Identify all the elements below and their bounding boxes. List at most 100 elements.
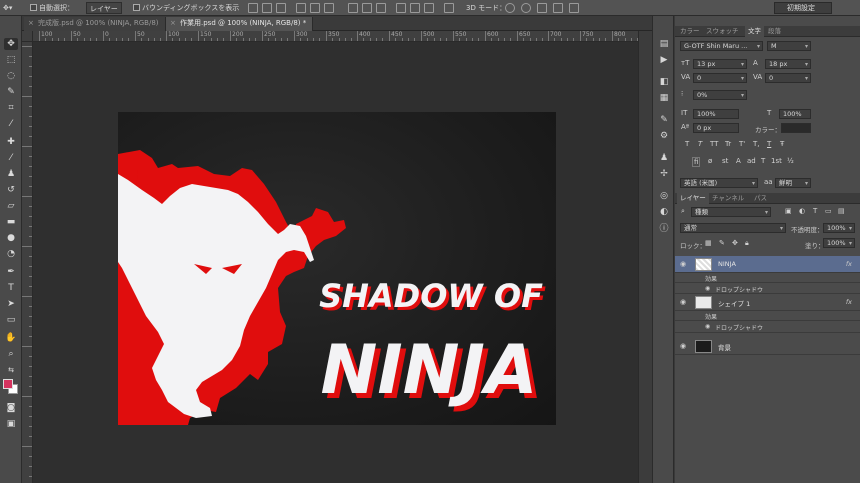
close-icon[interactable]: × — [28, 17, 34, 30]
vertical-scale-input[interactable]: 100% — [693, 109, 739, 119]
kerning-input[interactable]: 0 — [693, 73, 747, 83]
close-icon[interactable]: × — [170, 17, 176, 30]
path-select-tool-icon[interactable]: ➤ — [4, 298, 18, 310]
tab-paths[interactable]: パス — [751, 193, 770, 204]
brush-presets-icon[interactable]: ⚙ — [658, 130, 670, 141]
distribute-top-icon[interactable] — [348, 3, 358, 13]
bounding-box-checkbox[interactable]: バウンディングボックスを表示 — [133, 2, 239, 14]
history-brush-tool-icon[interactable]: ↺ — [4, 184, 18, 196]
3d-drag-icon[interactable] — [537, 3, 547, 13]
gradient-tool-icon[interactable]: ▬ — [4, 216, 18, 228]
fractions-button[interactable]: ½ — [787, 157, 794, 165]
fill-input[interactable]: 100% — [823, 238, 855, 248]
3d-roll-icon[interactable] — [521, 3, 531, 13]
antialias-select[interactable]: 鮮明 — [775, 178, 811, 188]
lock-position-icon[interactable]: ✥ — [732, 239, 738, 247]
faux-bold-button[interactable]: T — [685, 140, 689, 148]
filter-shape-icon[interactable]: ▭ — [825, 207, 832, 215]
3d-panel-icon[interactable]: ◎ — [658, 190, 670, 201]
filter-pixel-icon[interactable]: ▣ — [785, 207, 792, 215]
brush-tool-icon[interactable]: ⁄ — [4, 152, 18, 164]
align-right-icon[interactable] — [324, 3, 334, 13]
effect-item-row[interactable]: ◉ ドロップシャドウ — [675, 321, 860, 333]
old-style-button[interactable]: ø — [708, 157, 712, 165]
crop-tool-icon[interactable]: ⌗ — [4, 102, 18, 114]
layer-row-background[interactable]: ◉ 背景 — [675, 338, 860, 355]
distribute-bottom-icon[interactable] — [376, 3, 386, 13]
auto-select-dropdown[interactable]: レイヤー — [86, 2, 122, 14]
lock-all-icon[interactable]: 🔒︎ — [745, 239, 749, 248]
align-middle-icon[interactable] — [262, 3, 272, 13]
swap-colors-icon[interactable]: ⇆ — [4, 364, 18, 376]
tracking-input[interactable]: 0 — [765, 73, 811, 83]
layer-effects-icon[interactable]: fx — [846, 260, 852, 268]
tab-character[interactable]: 文字 — [745, 26, 764, 37]
font-family-select[interactable]: G-OTF Shin Maru ... — [680, 41, 763, 51]
tab-swatches[interactable]: スウォッチ — [703, 26, 742, 37]
align-left-icon[interactable] — [296, 3, 306, 13]
marquee-tool-icon[interactable]: ⬚ — [4, 54, 18, 66]
ordinals-button[interactable]: 1st — [771, 157, 782, 165]
layer-effects-icon[interactable]: fx — [846, 298, 852, 306]
layer-row-ninja[interactable]: ◉ NINJA fx — [675, 256, 860, 273]
filter-type-icon[interactable]: T — [813, 207, 817, 215]
filter-adjustment-icon[interactable]: ◐ — [799, 207, 805, 215]
3d-rotate-icon[interactable] — [505, 3, 515, 13]
discretionary-ligatures-button[interactable]: st — [722, 157, 728, 165]
distribute-left-icon[interactable] — [396, 3, 406, 13]
tab-color[interactable]: カラー — [677, 26, 703, 37]
dodge-tool-icon[interactable]: ◔ — [4, 248, 18, 260]
visibility-eye-icon[interactable]: ◉ — [680, 342, 686, 350]
clone-stamp-tool-icon[interactable]: ♟ — [4, 168, 18, 180]
move-tool-preset-icon[interactable]: ✥▾ — [3, 2, 12, 14]
clone-source-icon[interactable]: ♟ — [658, 152, 670, 163]
type-tool-icon[interactable]: T — [4, 282, 18, 294]
effect-item-row[interactable]: ◉ ドロップシャドウ — [675, 283, 860, 294]
actions-panel-icon[interactable]: ▶ — [658, 54, 670, 65]
subscript-button[interactable]: T, — [753, 140, 760, 148]
effect-visibility-eye-icon[interactable]: ◉ — [705, 323, 710, 330]
stylistic-alternates-button[interactable]: ad — [747, 157, 756, 165]
quick-select-tool-icon[interactable]: ✎ — [4, 86, 18, 98]
auto-select-checkbox[interactable]: 自動選択： — [30, 2, 74, 14]
align-bottom-icon[interactable] — [276, 3, 286, 13]
horizontal-scale-input[interactable]: 100% — [779, 109, 811, 119]
3d-slide-icon[interactable] — [553, 3, 563, 13]
all-caps-button[interactable]: TT — [710, 140, 718, 148]
eraser-tool-icon[interactable]: ▱ — [4, 200, 18, 212]
styles-panel-icon[interactable]: ▦ — [658, 92, 670, 103]
vertical-scrollbar[interactable] — [638, 31, 652, 483]
distribute-right-icon[interactable] — [424, 3, 434, 13]
workspace-preset-dropdown[interactable]: 初期設定 — [774, 2, 832, 14]
font-style-select[interactable]: M — [767, 41, 811, 51]
move-tool-icon[interactable]: ✥ — [4, 38, 18, 50]
lock-image-icon[interactable]: ✎ — [719, 239, 725, 247]
tab-document-working[interactable]: × 作業用.psd @ 100% (NINJA, RGB/8) * — [166, 17, 314, 31]
align-center-icon[interactable] — [310, 3, 320, 13]
baseline-shift-input[interactable]: 0 px — [693, 123, 739, 133]
distribute-center-icon[interactable] — [410, 3, 420, 13]
text-color-swatch[interactable] — [781, 123, 811, 133]
layer-row-shape-1[interactable]: ◉ シェイプ 1 fx — [675, 294, 860, 311]
language-select[interactable]: 英語 (米国) — [680, 178, 758, 188]
swash-button[interactable]: A — [736, 157, 741, 165]
effect-visibility-eye-icon[interactable]: ◉ — [705, 285, 710, 292]
strikethrough-button[interactable]: Ŧ — [780, 140, 784, 148]
faux-italic-button[interactable]: T — [698, 140, 702, 148]
shape-tool-icon[interactable]: ▭ — [4, 314, 18, 326]
align-top-icon[interactable] — [248, 3, 258, 13]
tab-paragraph[interactable]: 段落 — [765, 26, 784, 37]
font-size-input[interactable]: 13 px — [693, 59, 747, 69]
tab-layers[interactable]: レイヤー — [677, 193, 709, 204]
zoom-tool-icon[interactable]: ⌕ — [4, 348, 18, 360]
visibility-eye-icon[interactable]: ◉ — [680, 260, 686, 268]
distribute-middle-icon[interactable] — [362, 3, 372, 13]
pen-tool-icon[interactable]: ✒ — [4, 266, 18, 278]
layer-filter-select[interactable]: 種類 — [691, 207, 771, 217]
opacity-input[interactable]: 100% — [823, 223, 855, 233]
leading-input[interactable]: 18 px — [765, 59, 811, 69]
tab-channels[interactable]: チャンネル — [709, 193, 747, 204]
ruler-corner[interactable] — [22, 31, 33, 42]
blur-tool-icon[interactable]: ● — [4, 232, 18, 244]
adjustments-panel-icon[interactable]: ◧ — [658, 76, 670, 87]
